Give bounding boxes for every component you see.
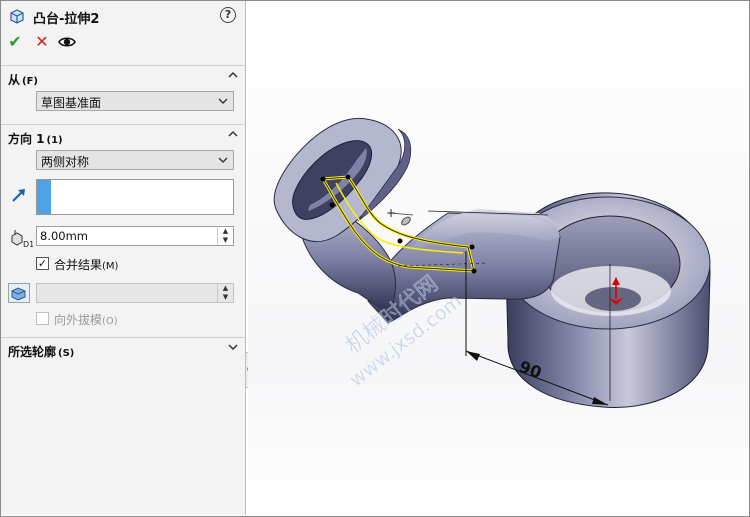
from-section-header[interactable]: 从 (F): [1, 65, 246, 89]
selection-focus-indicator: [37, 180, 51, 214]
end-condition-select[interactable]: 两侧对称: [36, 150, 234, 170]
end-condition-value: 两侧对称: [41, 155, 90, 169]
selected-contours-section-header[interactable]: 所选轮廓 (S): [1, 337, 246, 361]
draft-angle-spinner[interactable]: ▲ ▼: [217, 284, 233, 302]
depth-input[interactable]: 8.00mm ▲ ▼: [36, 226, 234, 246]
preview-button[interactable]: [57, 32, 77, 52]
chevron-up-icon[interactable]: [227, 128, 239, 140]
extrude-direction-selection-box[interactable]: [36, 179, 234, 215]
chevron-down-icon: [218, 157, 228, 163]
model-view[interactable]: + 90 机械时代网 www.jxsd.com: [248, 1, 748, 515]
feature-title: 凸台-拉伸2: [33, 12, 100, 27]
draft-outward-label: 向外拔模: [54, 313, 103, 327]
svg-text:+: +: [386, 206, 396, 220]
svg-text:D1: D1: [23, 240, 33, 249]
draft-outward-shortcut: (O): [102, 316, 118, 327]
chevron-down-icon[interactable]: [227, 341, 239, 353]
from-start-condition-select[interactable]: 草图基准面: [36, 91, 234, 111]
direction1-section-title: 方向 1: [8, 132, 45, 146]
close-icon: ✕: [35, 32, 49, 51]
selected-contours-title: 所选轮廓: [8, 345, 57, 359]
feature-title-row: 凸台-拉伸2 ?: [1, 1, 246, 29]
from-section-shortcut: (F): [22, 76, 38, 87]
merge-result-label: 合并结果: [54, 258, 103, 272]
merge-result-option[interactable]: ✓ 合并结果(M): [36, 256, 156, 272]
direction-arrow-icon[interactable]: [10, 186, 28, 204]
draft-toggle-icon[interactable]: [8, 283, 30, 303]
property-manager-panel: 凸台-拉伸2 ? ✔ ✕ 从 (F) 草图基准面 方向 1 (1) 两侧对称 D…: [1, 1, 246, 515]
from-section-title: 从: [8, 73, 21, 87]
cancel-button[interactable]: ✕: [32, 32, 52, 52]
origin-triad-icon: [401, 216, 411, 226]
draft-outward-checkbox[interactable]: [36, 312, 49, 325]
draft-outward-option[interactable]: 向外拔模(O): [36, 311, 146, 327]
direction1-section-shortcut: (1): [46, 135, 63, 146]
ok-button[interactable]: ✔: [5, 32, 25, 52]
merge-result-shortcut: (M): [102, 261, 119, 272]
extrude-boss-icon: [10, 9, 24, 24]
direction1-section-header[interactable]: 方向 1 (1): [1, 124, 246, 148]
depth-spinner[interactable]: ▲ ▼: [217, 227, 233, 245]
selected-contours-shortcut: (S): [58, 348, 75, 359]
depth-value: 8.00mm: [40, 229, 89, 243]
graphics-viewport[interactable]: + 90 机械时代网 www.jxsd.com: [248, 1, 748, 515]
help-icon[interactable]: ?: [220, 7, 236, 23]
chevron-up-icon[interactable]: [227, 69, 239, 81]
chevron-down-icon: [218, 98, 228, 104]
depth-icon: D1: [11, 230, 33, 249]
action-bar: ✔ ✕: [1, 32, 246, 54]
draft-angle-input[interactable]: ▲ ▼: [36, 283, 234, 303]
eye-icon: [58, 37, 76, 47]
from-start-condition-value: 草图基准面: [41, 96, 102, 110]
merge-result-checkbox[interactable]: ✓: [36, 257, 49, 270]
check-icon: ✔: [8, 32, 22, 51]
